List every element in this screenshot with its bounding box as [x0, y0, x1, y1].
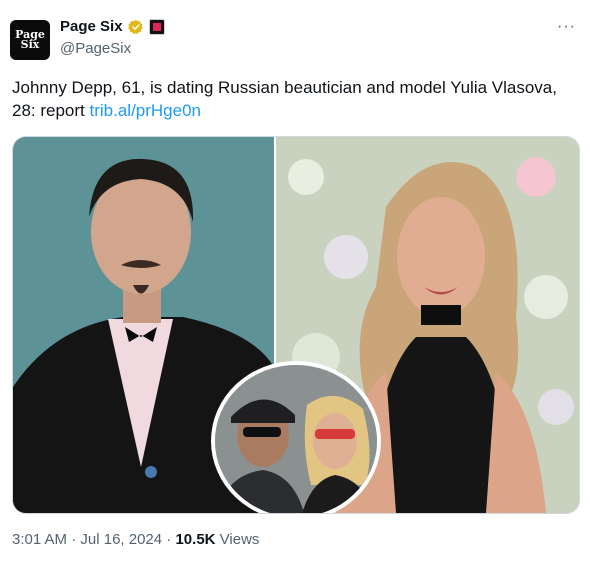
- tweet-text: Johnny Depp, 61, is dating Russian beaut…: [12, 76, 578, 122]
- tweet-date[interactable]: Jul 16, 2024: [80, 531, 162, 548]
- inset-photo-couple[interactable]: [211, 361, 381, 514]
- meta-separator: ·: [162, 531, 176, 548]
- avatar-text-line2: Six: [20, 38, 40, 51]
- tweet-media[interactable]: [12, 136, 580, 514]
- tweet-time[interactable]: 3:01 AM: [12, 531, 67, 548]
- meta-separator: ·: [67, 531, 81, 548]
- name-row: Page Six: [60, 18, 165, 35]
- handle[interactable]: @PageSix: [60, 40, 131, 57]
- affiliate-badge-icon: [148, 18, 165, 35]
- views-label: Views: [215, 531, 260, 548]
- avatar[interactable]: Page Six: [10, 20, 50, 60]
- tweet-link[interactable]: trib.al/prHge0n: [90, 101, 202, 120]
- tweet-meta: 3:01 AM · Jul 16, 2024 · 10.5K Views: [12, 531, 259, 548]
- display-name[interactable]: Page Six: [60, 18, 123, 35]
- views-count: 10.5K: [175, 531, 216, 548]
- verified-badge-icon: [127, 19, 143, 34]
- more-options-icon[interactable]: ···: [557, 18, 576, 36]
